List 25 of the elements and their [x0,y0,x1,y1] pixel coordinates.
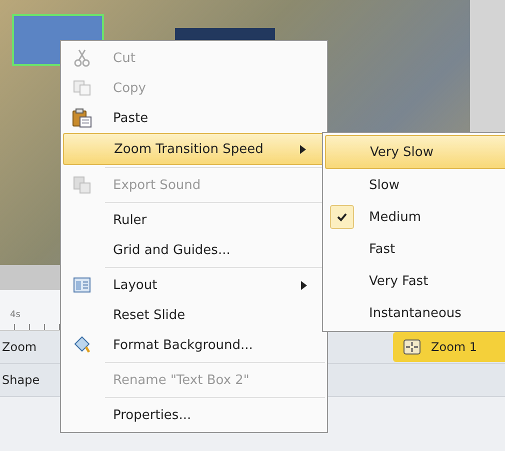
track-label: Shape [1,373,40,387]
menu-item[interactable]: Ruler [63,205,325,235]
submenu-item[interactable]: Very Slow [325,135,505,169]
menu-item[interactable]: Layout [63,270,325,300]
submenu-item[interactable]: Medium [325,201,505,233]
menu-item[interactable]: Properties... [63,400,325,430]
export-icon [73,176,91,194]
copy-icon [73,80,91,96]
scissors-icon [74,49,90,67]
menu-item[interactable]: Zoom Transition Speed [63,133,325,165]
ruler-label: 4s [10,310,20,320]
submenu-item[interactable]: Fast [325,233,505,265]
submenu-item[interactable]: Slow [325,169,505,201]
menu-item[interactable]: Format Background... [63,330,325,360]
menu-item[interactable]: Reset Slide [63,300,325,330]
menu-item[interactable]: Grid and Guides... [63,235,325,265]
track-label: Zoom [1,340,37,354]
submenu-item[interactable]: Instantaneous [325,297,505,329]
timeline-clip[interactable]: Zoom 1 [393,332,505,362]
submenu-item[interactable]: Very Fast [325,265,505,297]
paint-bucket-icon [72,335,92,355]
clipboard-icon [72,108,92,128]
layout-icon [73,277,91,293]
menu-item[interactable]: Paste [63,103,325,133]
zoom-icon [403,339,421,355]
